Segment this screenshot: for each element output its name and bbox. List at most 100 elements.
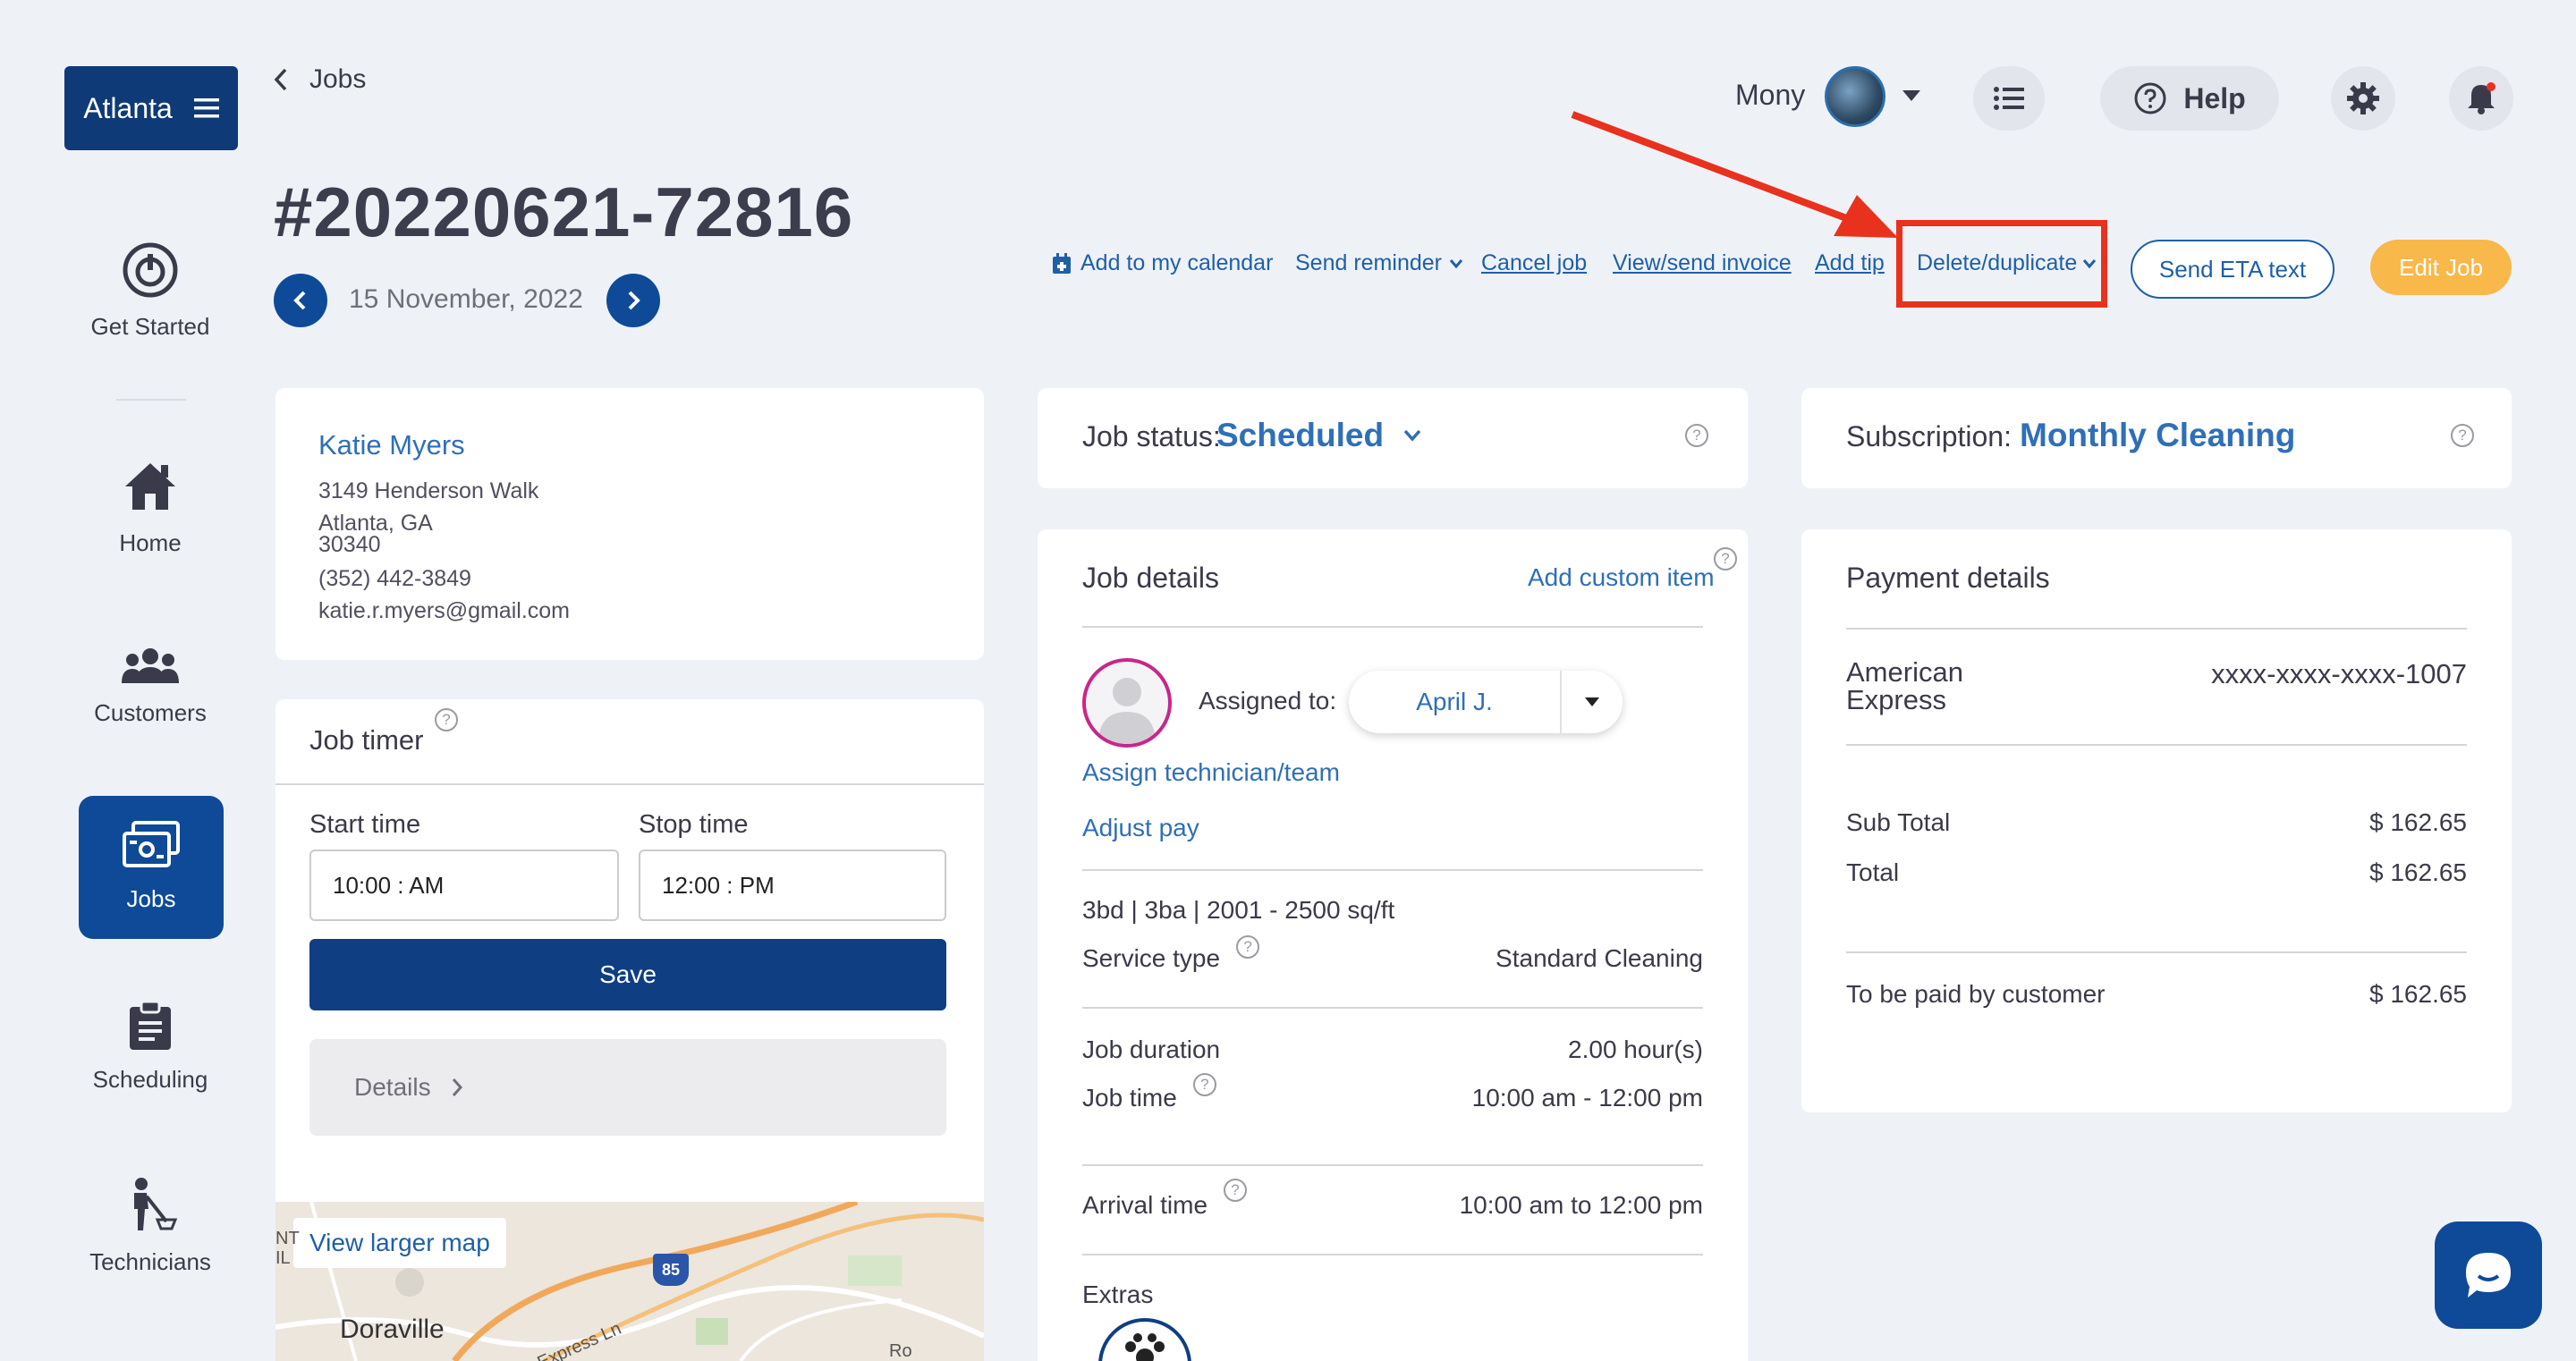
city-menu-button[interactable]: Atlanta: [64, 66, 238, 150]
divider: [275, 783, 984, 785]
sidebar-item-label: Home: [119, 529, 182, 556]
add-custom-item-link[interactable]: Add custom item: [1528, 563, 1715, 592]
add-tip-link[interactable]: Add tip: [1815, 250, 1885, 276]
technician-avatar: [1082, 658, 1172, 748]
subscription-card: Subscription: Monthly Cleaning ?: [1801, 388, 2512, 488]
to-be-paid-row: To be paid by customer $ 162.65: [1846, 980, 2467, 1009]
map[interactable]: View larger map Doraville 85 Express Ln …: [275, 1202, 984, 1361]
calendar-icon: [1052, 252, 1072, 275]
start-time-label: Start time: [309, 810, 421, 839]
sidebar-item-label: Jobs: [126, 885, 176, 912]
map-edge-label: NT: [275, 1229, 300, 1248]
customer-phone: (352) 442-3849: [318, 566, 471, 591]
total-value: $ 162.65: [2369, 858, 2467, 886]
total-row: Total $ 162.65: [1846, 858, 2467, 887]
subtotal-row: Sub Total $ 162.65: [1846, 808, 2467, 837]
help-tooltip-icon[interactable]: ?: [1685, 424, 1708, 447]
help-tooltip-icon[interactable]: ?: [1224, 1179, 1248, 1202]
sidebar-item-home[interactable]: Home: [63, 458, 238, 557]
payment-details-title: Payment details: [1846, 562, 2050, 594]
list-view-button[interactable]: [1973, 66, 2045, 131]
divider: [1082, 1164, 1703, 1166]
help-tooltip-icon[interactable]: ?: [435, 708, 458, 731]
city-label: Atlanta: [83, 91, 173, 124]
details-label: Details: [354, 1073, 431, 1101]
home-size: 3bd | 3ba | 2001 - 2500 sq/ft: [1082, 896, 1395, 924]
view-send-invoice-link[interactable]: View/send invoice: [1613, 250, 1792, 276]
customers-icon: [122, 646, 179, 685]
extra-pet-icon[interactable]: [1098, 1318, 1191, 1361]
caret-down-icon: [1560, 671, 1623, 733]
sidebar-item-jobs[interactable]: Jobs: [79, 796, 224, 939]
arrival-time-label: Arrival time: [1082, 1191, 1208, 1219]
job-timer-card: Job timer ? Start time Stop time 10:00 :…: [275, 699, 984, 1361]
bell-icon: [2466, 81, 2496, 115]
user-menu-caret-icon[interactable]: [1902, 89, 1921, 102]
start-time-input[interactable]: 10:00 : AM: [309, 850, 619, 921]
help-tooltip-icon[interactable]: ?: [2451, 424, 2474, 447]
notifications-button[interactable]: [2449, 66, 2513, 131]
sidebar-item-customers[interactable]: Customers: [63, 646, 238, 727]
divider: [1846, 744, 2467, 746]
sidebar-item-scheduling[interactable]: Scheduling: [63, 1000, 238, 1094]
divider: [1082, 626, 1703, 628]
details-toggle[interactable]: Details: [309, 1039, 946, 1136]
next-date-button[interactable]: [606, 274, 660, 327]
assign-technician-link[interactable]: Assign technician/team: [1082, 758, 1340, 787]
save-button[interactable]: Save: [309, 939, 946, 1010]
cancel-job-link[interactable]: Cancel job: [1481, 250, 1587, 276]
settings-button[interactable]: [2331, 66, 2395, 131]
job-details-card: Job details Add custom item ? Assigned t…: [1038, 529, 1748, 1361]
technician-icon: [122, 1177, 179, 1234]
help-tooltip-icon[interactable]: ?: [1236, 935, 1260, 959]
view-larger-map-link[interactable]: View larger map: [293, 1218, 506, 1268]
help-tooltip-icon[interactable]: ?: [1714, 547, 1737, 571]
to-be-paid-label: To be paid by customer: [1846, 980, 2106, 1008]
send-reminder-dropdown[interactable]: Send reminder: [1295, 250, 1463, 276]
highlight-box: [1896, 220, 2107, 308]
chat-bubble-icon: [2461, 1247, 2516, 1303]
divider: [1082, 869, 1703, 871]
customer-email: katie.r.myers@gmail.com: [318, 598, 570, 623]
job-duration-value: 2.00 hour(s): [1568, 1036, 1703, 1063]
highway-shield: 85: [653, 1254, 689, 1286]
sidebar-divider: [116, 399, 186, 401]
sidebar-item-get-started[interactable]: Get Started: [63, 241, 238, 341]
help-tooltip-icon[interactable]: ?: [1192, 1073, 1216, 1096]
chevron-left-icon: [292, 290, 309, 311]
sidebar-item-label: Customers: [94, 699, 207, 726]
help-button[interactable]: Help: [2100, 66, 2279, 131]
card-brand-line: American: [1846, 656, 1963, 688]
page-title: #20220621-72816: [274, 173, 854, 251]
send-eta-text-button[interactable]: Send ETA text: [2131, 240, 2334, 299]
card-brand-line: Express: [1846, 684, 1946, 715]
service-type-label: Service type: [1082, 944, 1221, 972]
to-be-paid-value: $ 162.65: [2369, 980, 2467, 1008]
customer-name-link[interactable]: Katie Myers: [318, 429, 465, 461]
sidebar-item-label: Scheduling: [92, 1066, 208, 1093]
subtotal-label: Sub Total: [1846, 808, 1951, 836]
edit-job-button[interactable]: Edit Job: [2370, 240, 2512, 295]
sidebar-item-technicians[interactable]: Technicians: [63, 1177, 238, 1276]
total-label: Total: [1846, 858, 1900, 886]
back-to-jobs-link[interactable]: Jobs: [274, 64, 366, 95]
assigned-technician-select[interactable]: April J.: [1349, 671, 1623, 733]
previous-date-button[interactable]: [274, 274, 327, 327]
job-time-value: 10:00 am - 12:00 pm: [1471, 1084, 1703, 1112]
adjust-pay-link[interactable]: Adjust pay: [1082, 814, 1199, 842]
divider: [1846, 951, 2467, 953]
help-label: Help: [2183, 81, 2246, 114]
power-icon: [122, 241, 179, 299]
job-timer-title: Job timer: [309, 724, 424, 756]
question-circle-icon: [2133, 81, 2167, 115]
add-to-calendar-link[interactable]: Add to my calendar: [1052, 250, 1273, 276]
clipboard-icon: [128, 1000, 173, 1052]
customer-card: Katie Myers 3149 Henderson Walk Atlanta,…: [275, 388, 984, 660]
job-status-dropdown[interactable]: Scheduled: [1216, 417, 1421, 454]
extras-label: Extras: [1082, 1281, 1154, 1308]
stop-time-input[interactable]: 12:00 : PM: [639, 850, 946, 921]
job-status-card: Job status: Scheduled ?: [1038, 388, 1748, 488]
subscription-value[interactable]: Monthly Cleaning: [2020, 417, 2295, 454]
job-duration-label: Job duration: [1082, 1036, 1221, 1063]
chat-widget-button[interactable]: [2435, 1222, 2542, 1329]
